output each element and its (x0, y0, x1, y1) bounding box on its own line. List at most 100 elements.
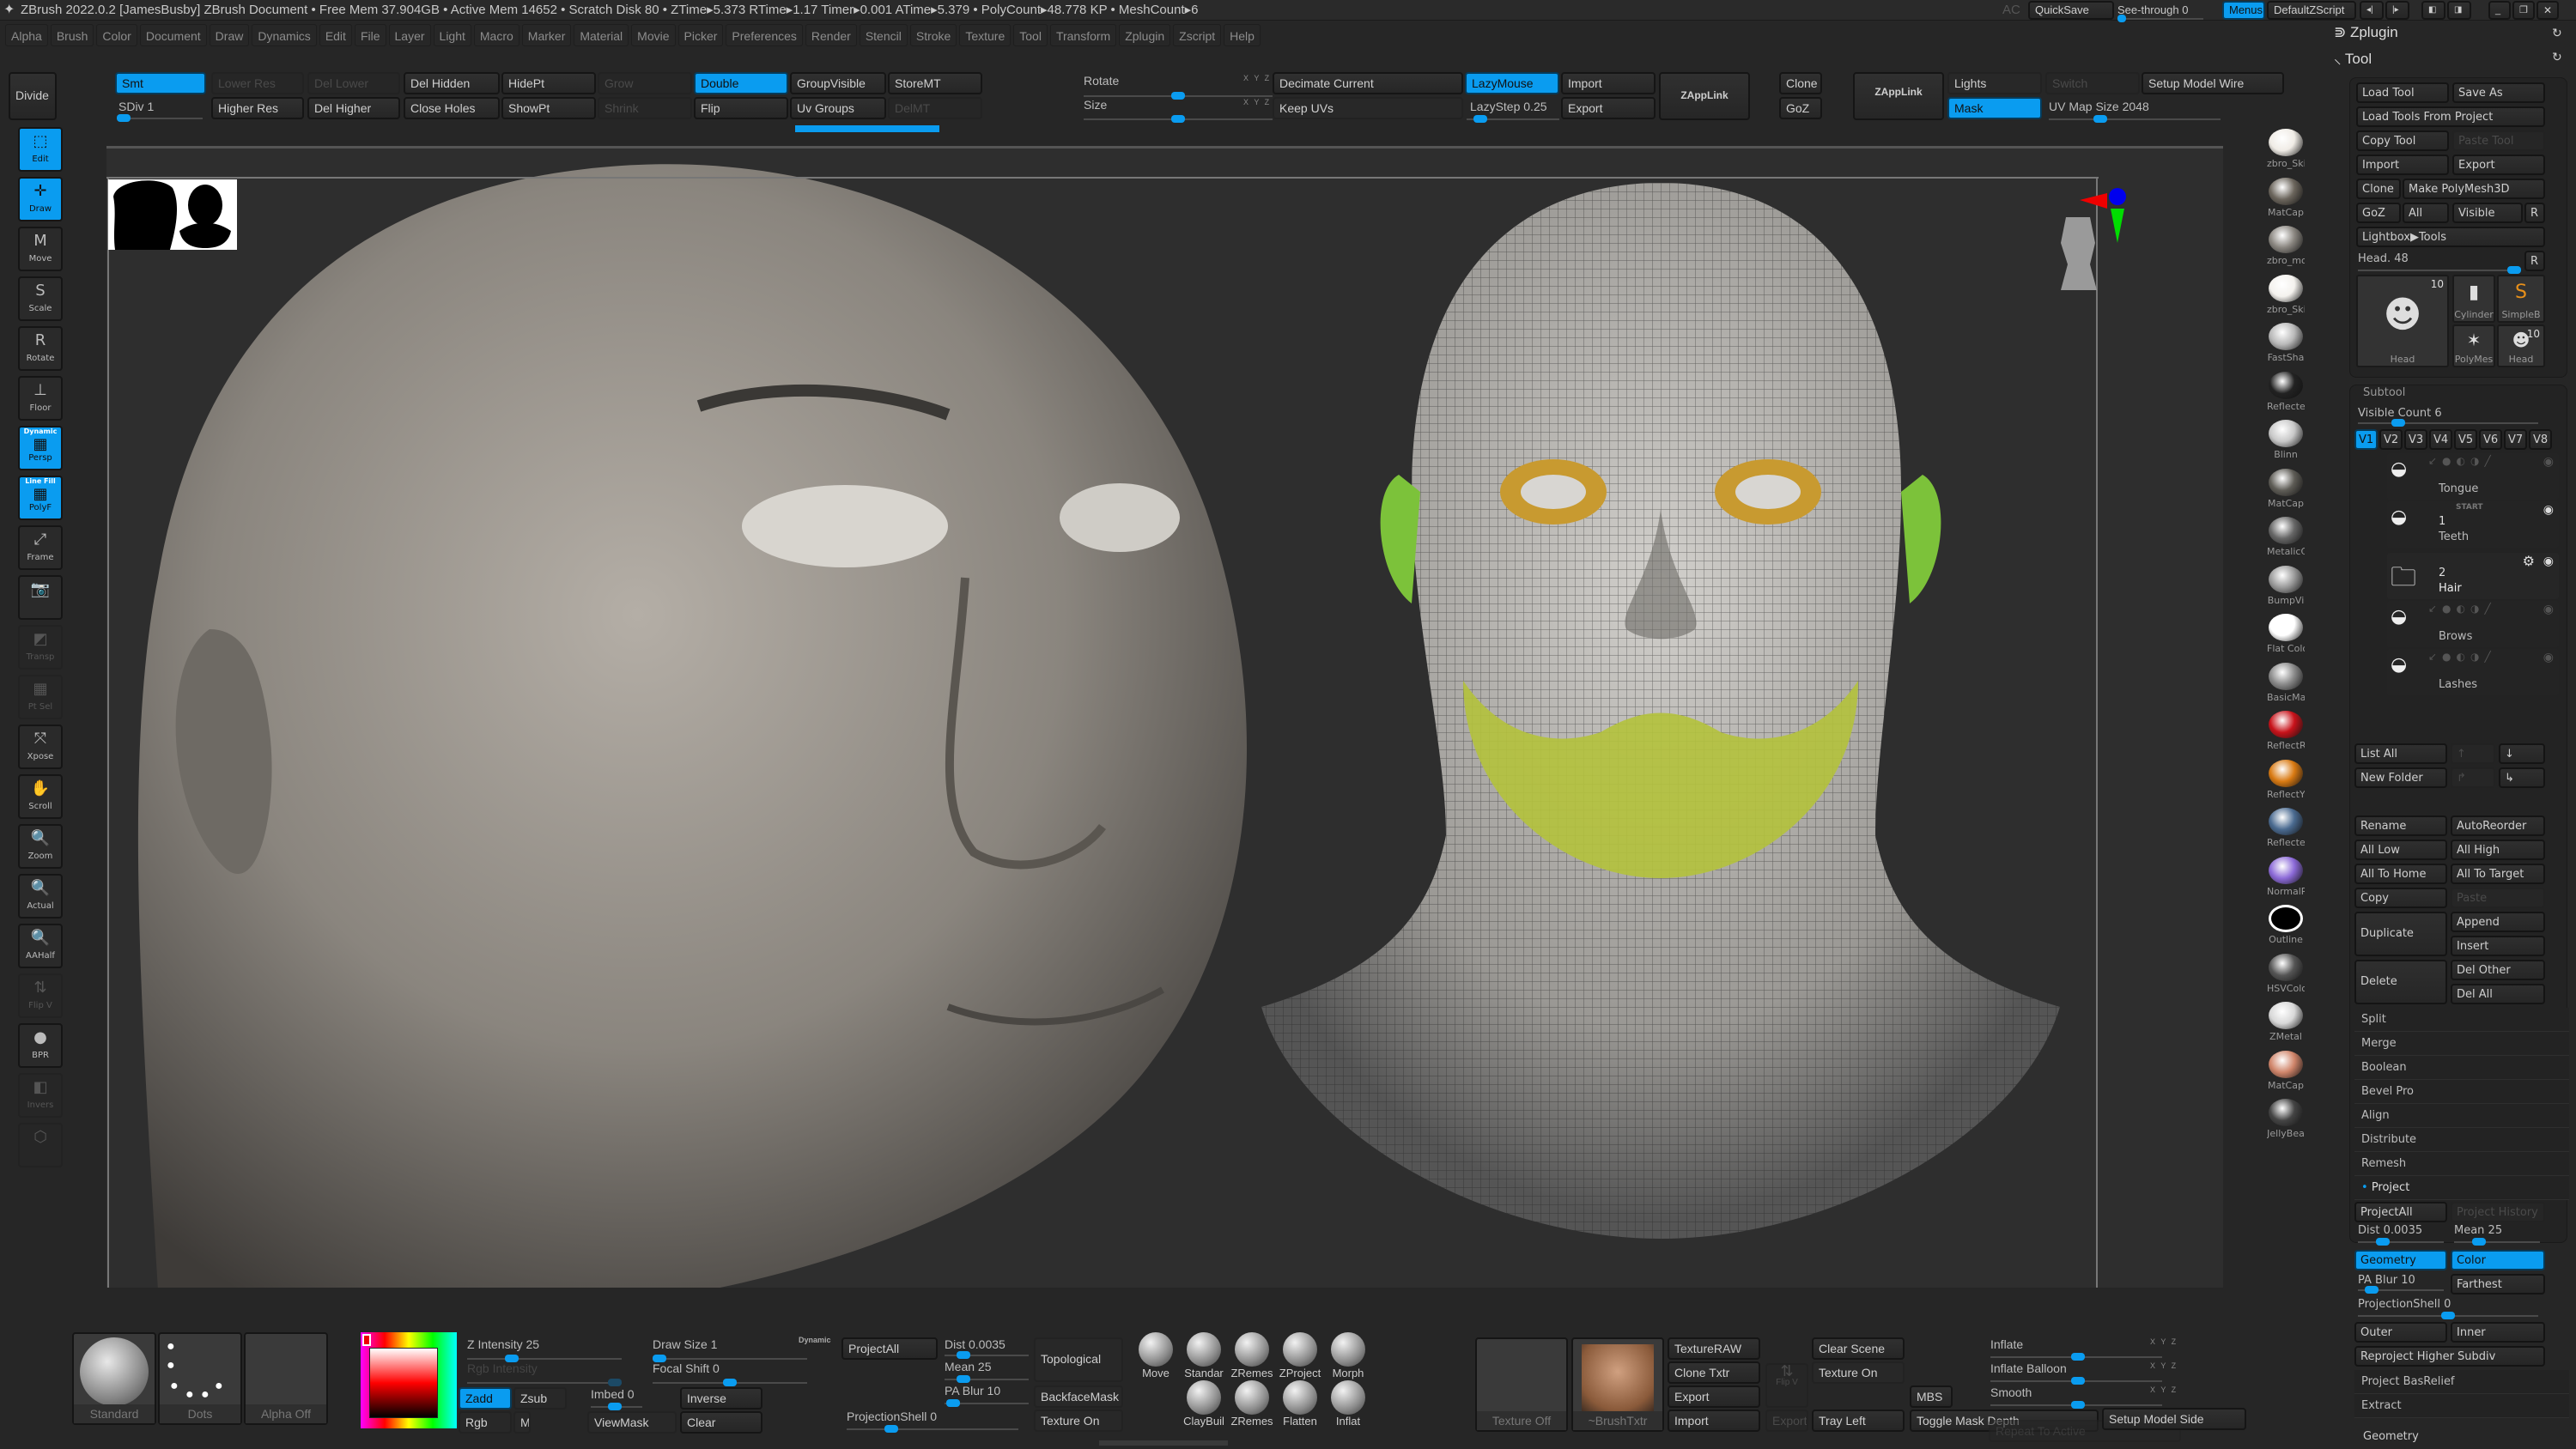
all-low-button[interactable]: All Low (2354, 840, 2447, 860)
z-intensity-slider[interactable] (467, 1355, 622, 1362)
menu-draw[interactable]: Draw (209, 24, 250, 46)
material-swatch[interactable]: HSVColo (2267, 953, 2305, 994)
project-dist-slider[interactable] (2358, 1238, 2444, 1246)
close-holes-button[interactable]: Close Holes (404, 97, 500, 119)
tool-import-button[interactable]: Import (2356, 155, 2449, 175)
shelf-xpose-button[interactable]: ⤧ Xpose (18, 724, 63, 769)
rename-button[interactable]: Rename (2354, 815, 2447, 836)
load-tool-button[interactable]: Load Tool (2356, 82, 2449, 103)
subtool-version-v1[interactable]: V1 (2354, 429, 2378, 450)
sdiv-slider[interactable] (117, 114, 203, 122)
material-swatch[interactable]: BasicMa (2267, 662, 2305, 703)
subtool-paste-button[interactable]: Paste (2451, 888, 2545, 908)
section-align[interactable]: Align (2354, 1104, 2569, 1128)
material-swatch[interactable]: NormalR (2267, 856, 2305, 897)
material-swatch[interactable]: ReflectY (2267, 759, 2305, 800)
decimate-current-button[interactable]: Decimate Current (1273, 72, 1463, 94)
backface-mask-toggle[interactable]: BackfaceMask (1034, 1385, 1123, 1408)
inflate-balloon-xyz[interactable]: X Y Z (2150, 1361, 2178, 1370)
higher-res-button[interactable]: Higher Res (211, 97, 304, 119)
mean-slider[interactable] (945, 1375, 1029, 1383)
subtool-version-v5[interactable]: V5 (2454, 429, 2477, 450)
tray-left-arrow-icon[interactable]: ◂| (2360, 1, 2384, 20)
zapplink-button[interactable]: ZAppLink (1659, 72, 1750, 120)
menus-toggle[interactable]: Menus (2222, 1, 2265, 20)
material-swatch[interactable]: Outline (2267, 905, 2305, 945)
shelf-zoom-button[interactable]: 🔍 Zoom (18, 824, 63, 869)
rotate-knob[interactable] (1171, 92, 1185, 100)
shelf-camera-button[interactable]: 📷 (18, 575, 63, 620)
subtool-toggle-icons[interactable]: ↙●◐◑╱ (2428, 651, 2496, 663)
groupvisible-button[interactable]: GroupVisible (790, 72, 886, 94)
zadd-toggle[interactable]: Zadd (459, 1387, 512, 1410)
zapplink-2-button[interactable]: ZAppLink (1853, 72, 1944, 120)
layout-right-icon[interactable]: ◨ (2447, 1, 2471, 20)
project-basrelief-button[interactable]: Project BasRelief (2354, 1370, 2569, 1394)
tool-thumbnail[interactable]: ▮ Cylinder (2452, 275, 2495, 323)
material-swatch[interactable]: Reflecte (2267, 808, 2305, 848)
project-pa-blur-slider[interactable] (2358, 1286, 2444, 1294)
inverse-button[interactable]: Inverse (680, 1387, 762, 1410)
section-bevel-pro[interactable]: Bevel Pro (2354, 1080, 2569, 1104)
visibility-eye-icon[interactable]: ◉ (2543, 555, 2554, 568)
shelf-aahalf-button[interactable]: 🔍 AAHalf (18, 924, 63, 968)
material-swatch[interactable]: Blinn (2267, 420, 2305, 460)
shelf-polyf-button[interactable]: Line Fill ▦ PolyF (18, 476, 63, 520)
import-button[interactable]: Import (1561, 72, 1656, 94)
shelf-scroll-handle[interactable] (1099, 1440, 1228, 1446)
tool-goz-button[interactable]: GoZ (2356, 203, 2401, 223)
silhouette-preview[interactable] (108, 179, 237, 250)
paste-tool-button[interactable]: Paste Tool (2452, 130, 2545, 151)
see-through-knob[interactable] (2117, 15, 2126, 22)
texture-selector[interactable]: Texture Off (1475, 1337, 1568, 1432)
save-as-button[interactable]: Save As (2452, 82, 2545, 103)
orientation-gizmo[interactable] (2056, 183, 2142, 294)
rgb-intensity-slider[interactable] (467, 1379, 622, 1386)
brush-standar[interactable]: Standar (1182, 1332, 1226, 1379)
material-swatch[interactable]: Reflecte (2267, 371, 2305, 412)
menu-zplugin[interactable]: Zplugin (1119, 24, 1171, 46)
menu-transform[interactable]: Transform (1049, 24, 1117, 46)
grow-button[interactable]: Grow (598, 72, 692, 94)
imbed-knob[interactable] (608, 1403, 622, 1410)
menu-layer[interactable]: Layer (388, 24, 431, 46)
refresh-zplugin-icon[interactable]: ↻ (2552, 26, 2562, 40)
color-square[interactable] (369, 1348, 438, 1418)
menu-macro[interactable]: Macro (473, 24, 519, 46)
tray-right-arrow-icon[interactable]: |▸ (2385, 1, 2409, 20)
farthest-toggle[interactable]: Farthest (2451, 1274, 2545, 1294)
del-all-button[interactable]: Del All (2451, 984, 2545, 1004)
del-higher-button[interactable]: Del Higher (307, 97, 400, 119)
material-swatch[interactable]: ReflectR (2267, 711, 2305, 751)
subtool-item-brows[interactable]: ◒ Brows ◉ ↙●◐◑╱ (2387, 601, 2559, 647)
material-swatch[interactable]: zbro_Ski (2267, 129, 2305, 169)
shelf-move-button[interactable]: M Move (18, 227, 63, 271)
import-texture-button[interactable]: Import (1668, 1410, 1760, 1432)
brush-zremes[interactable]: ZRemes (1230, 1380, 1274, 1428)
project-mean-slider[interactable] (2454, 1238, 2540, 1246)
dist-slider[interactable] (945, 1351, 1029, 1359)
lights-button[interactable]: Lights (1947, 72, 2042, 94)
double-toggle[interactable]: Double (694, 72, 788, 94)
inflate-balloon-slider[interactable] (1990, 1377, 2162, 1385)
menu-picker[interactable]: Picker (677, 24, 724, 46)
subtool-item-lashes[interactable]: ◒ Lashes ◉ ↙●◐◑╱ (2387, 649, 2559, 695)
menu-render[interactable]: Render (805, 24, 857, 46)
project-history-button[interactable]: Project History (2451, 1202, 2545, 1222)
make-polymesh3d-button[interactable]: Make PolyMesh3D (2403, 179, 2545, 199)
menu-color[interactable]: Color (96, 24, 137, 46)
goz-all-button[interactable]: All (2403, 203, 2449, 223)
shelf-draw-button[interactable]: ✛ Draw (18, 177, 63, 221)
flip-button[interactable]: Flip (694, 97, 788, 119)
menu-tool[interactable]: Tool (1013, 24, 1048, 46)
quicksave-button[interactable]: QuickSave (2028, 1, 2114, 20)
zsub-toggle[interactable]: Zsub (513, 1387, 567, 1410)
material-swatch[interactable]: MatCap (2267, 1050, 2305, 1091)
size-knob[interactable] (1171, 115, 1185, 123)
material-swatch[interactable]: ZMetal (2267, 1002, 2305, 1042)
move-up-button[interactable]: ↑ (2451, 743, 2495, 764)
menu-alpha[interactable]: Alpha (5, 24, 48, 46)
smooth-xyz[interactable]: X Y Z (2150, 1385, 2178, 1394)
tray-left-button[interactable]: Tray Left (1812, 1410, 1905, 1432)
tool-thumbnail[interactable]: ☻ Head 10 (2356, 275, 2449, 367)
